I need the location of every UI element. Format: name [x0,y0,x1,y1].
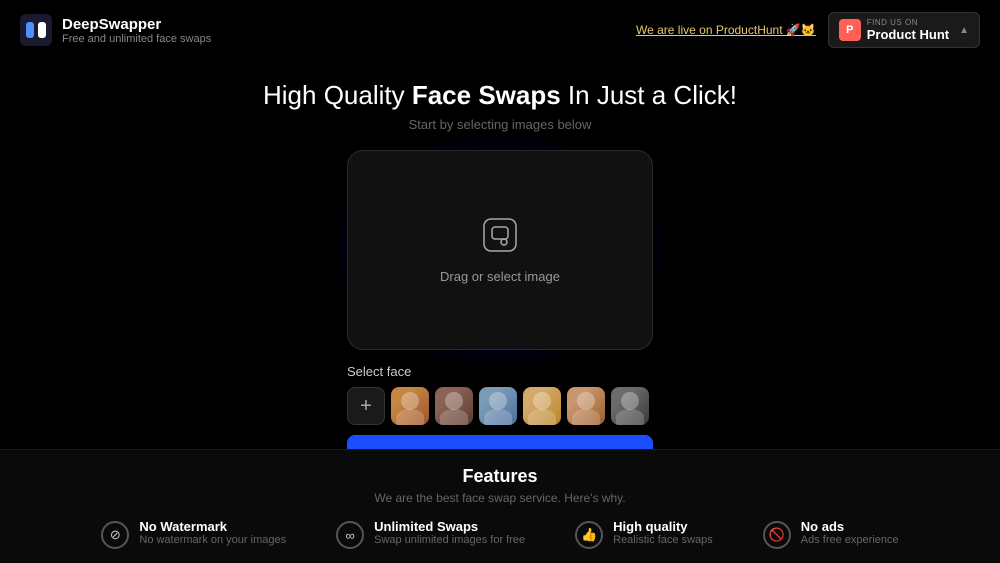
ph-badge-top: FIND US ON [867,18,949,27]
feature-no-ads: 🚫 No ads Ads free experience [763,519,899,549]
face-thumbnail-3[interactable] [479,387,517,425]
add-face-button[interactable]: + [347,387,385,425]
feature-no-watermark-text: No Watermark No watermark on your images [139,519,286,546]
feature-unlimited-swaps: ∞ Unlimited Swaps Swap unlimited images … [336,519,525,549]
feature-no-ads-name: No ads [801,519,899,534]
features-section: Features We are the best face swap servi… [0,449,1000,563]
feature-unlimited-desc: Swap unlimited images for free [374,534,525,546]
unlimited-icon: ∞ [336,521,364,549]
feature-high-quality-desc: Realistic face swaps [613,534,713,546]
face-thumbnail-2[interactable] [435,387,473,425]
upload-icon [482,217,518,261]
face-row: + [347,387,653,425]
feature-high-quality: 👍 High quality Realistic face swaps [575,519,713,549]
logo-tagline: Free and unlimited face swaps [62,33,211,45]
logo-text-block: DeepSwapper Free and unlimited face swap… [62,16,211,45]
logo-name: DeepSwapper [62,16,211,33]
feature-high-quality-name: High quality [613,519,713,534]
features-title: Features [20,466,980,487]
feature-no-watermark-desc: No watermark on your images [139,534,286,546]
select-face-section: Select face + [347,364,653,425]
face-thumbnail-6[interactable] [611,387,649,425]
product-hunt-link[interactable]: We are live on ProductHunt 🚀🐱 [636,23,816,37]
high-quality-icon: 👍 [575,521,603,549]
feature-unlimited-name: Unlimited Swaps [374,519,525,534]
feature-high-quality-text: High quality Realistic face swaps [613,519,713,546]
feature-no-ads-text: No ads Ads free experience [801,519,899,546]
hero-title-start: High Quality [263,80,412,110]
dropzone[interactable]: Drag or select image [347,150,653,350]
product-hunt-logo: P [839,19,861,41]
face-thumbnail-4[interactable] [523,387,561,425]
hero-title: High Quality Face Swaps In Just a Click! [263,80,737,111]
feature-unlimited-text: Unlimited Swaps Swap unlimited images fo… [374,519,525,546]
feature-no-ads-desc: Ads free experience [801,534,899,546]
header-right: We are live on ProductHunt 🚀🐱 P FIND US … [636,12,980,48]
no-ads-icon: 🚫 [763,521,791,549]
face-thumbnail-1[interactable] [391,387,429,425]
hero-title-bold: Face Swaps [412,80,561,110]
feature-no-watermark-name: No Watermark [139,519,286,534]
features-subtitle: We are the best face swap service. Here'… [20,491,980,505]
no-watermark-icon: ⊘ [101,521,129,549]
ph-badge-name: Product Hunt [867,27,949,42]
dropzone-text: Drag or select image [440,269,560,284]
feature-no-watermark: ⊘ No Watermark No watermark on your imag… [101,519,286,549]
dropzone-wrapper: Drag or select image [347,150,653,350]
logo-icon [20,14,52,46]
product-hunt-badge[interactable]: P FIND US ON Product Hunt ▲ [828,12,980,48]
product-hunt-badge-text: FIND US ON Product Hunt [867,18,949,42]
hero-subtitle: Start by selecting images below [409,117,592,132]
face-thumbnail-5[interactable] [567,387,605,425]
logo-area: DeepSwapper Free and unlimited face swap… [20,14,211,46]
main-content: High Quality Face Swaps In Just a Click!… [0,60,1000,473]
header: DeepSwapper Free and unlimited face swap… [0,0,1000,60]
select-face-label: Select face [347,364,653,379]
add-icon: + [360,395,372,418]
hero-title-end: In Just a Click! [561,80,737,110]
features-grid: ⊘ No Watermark No watermark on your imag… [20,519,980,549]
ph-badge-arrow: ▲ [959,25,969,36]
